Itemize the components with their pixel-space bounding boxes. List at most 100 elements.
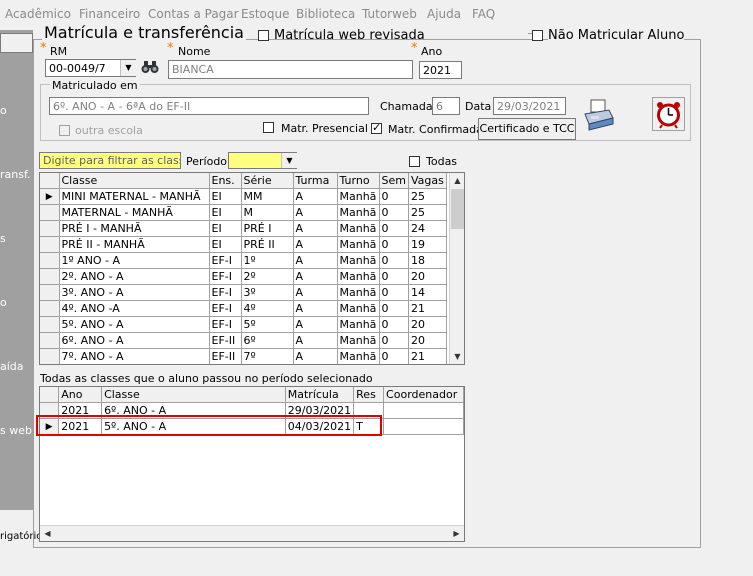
table-cell[interactable]: 21 [408, 300, 447, 317]
table-cell[interactable]: Manhã [337, 252, 380, 269]
table-cell[interactable]: 4º. ANO -A [59, 300, 210, 317]
left-nav-item[interactable]: ransf. [0, 168, 31, 181]
col-header[interactable]: Ano [58, 387, 103, 403]
table-row[interactable]: 3º. ANO - A EF-I 3º A Manhã 0 14 [40, 284, 447, 301]
table-cell[interactable]: 5º [241, 316, 294, 333]
row-indicator[interactable] [40, 332, 60, 349]
table-cell[interactable]: Manhã [337, 204, 380, 221]
table-row[interactable]: MATERNAL - MANHÃ EI M A Manhã 0 25 [40, 204, 447, 221]
table-cell[interactable]: 3º [241, 284, 294, 301]
table-cell[interactable]: A [293, 316, 338, 333]
table-cell[interactable]: 0 [379, 284, 409, 301]
scroll-up-icon[interactable]: ▲ [450, 173, 464, 188]
table-cell[interactable]: 14 [408, 284, 447, 301]
scroll-left-icon[interactable]: ◀ [40, 526, 55, 541]
history-hscrollbar[interactable]: ◀ ▶ [40, 525, 464, 541]
table-cell[interactable]: A [293, 252, 338, 269]
table-cell[interactable]: EI [209, 220, 242, 237]
col-header[interactable]: Série [241, 173, 294, 189]
classes-vscrollbar[interactable]: ▲ ▼ [449, 173, 464, 364]
table-cell[interactable]: A [293, 220, 338, 237]
table-row[interactable]: 6º. ANO - A EF-II 6º A Manhã 0 20 [40, 332, 447, 349]
table-cell[interactable]: EF-I [209, 268, 242, 285]
table-cell[interactable]: PRÉ II [241, 236, 294, 253]
ano-field[interactable]: 2021 [419, 61, 462, 79]
left-nav-item[interactable]: o [0, 104, 7, 117]
table-cell[interactable]: 6º [241, 332, 294, 349]
menu-faq[interactable]: FAQ [472, 7, 495, 21]
table-row[interactable]: 1º ANO - A EF-I 1º A Manhã 0 18 [40, 252, 447, 269]
table-cell[interactable]: Manhã [337, 300, 380, 317]
table-cell[interactable]: EF-I [209, 316, 242, 333]
table-cell[interactable]: 7º [241, 348, 294, 364]
row-indicator[interactable] [40, 300, 60, 317]
table-row[interactable]: 2º. ANO - A EF-I 2º A Manhã 0 20 [40, 268, 447, 285]
scroll-down-icon[interactable]: ▼ [450, 349, 464, 364]
row-indicator[interactable] [40, 236, 60, 253]
row-indicator[interactable] [40, 252, 60, 269]
table-cell[interactable]: 0 [379, 236, 409, 253]
table-cell[interactable]: A [293, 204, 338, 221]
row-indicator[interactable]: ▶ [40, 188, 60, 205]
matricula-web-checkbox[interactable] [258, 30, 269, 41]
col-header[interactable]: Classe [59, 173, 210, 189]
table-cell[interactable]: MINI MATERNAL - MANHÃ [59, 188, 210, 205]
table-cell[interactable]: PRÉ I [241, 220, 294, 237]
table-cell[interactable]: A [293, 348, 338, 364]
table-cell[interactable]: 0 [379, 268, 409, 285]
table-cell[interactable]: EF-I [209, 284, 242, 301]
table-cell[interactable]: 3º. ANO - A [59, 284, 210, 301]
col-header[interactable]: Res [353, 387, 385, 403]
table-cell[interactable]: 19 [408, 236, 447, 253]
table-cell[interactable]: 5º. ANO - A [59, 316, 210, 333]
table-cell[interactable]: EI [209, 236, 242, 253]
row-indicator[interactable] [40, 204, 60, 221]
scroll-thumb[interactable] [451, 189, 464, 229]
menu-ajuda[interactable]: Ajuda [427, 7, 461, 21]
table-cell[interactable]: 0 [379, 220, 409, 237]
menu-financeiro[interactable]: Financeiro [79, 7, 140, 21]
row-indicator[interactable] [40, 268, 60, 285]
table-cell[interactable]: 21 [408, 348, 447, 364]
table-cell[interactable]: 2º. ANO - A [59, 268, 210, 285]
table-cell[interactable]: 7º. ANO - A [59, 348, 210, 364]
menu-tutorweb[interactable]: Tutorweb [362, 7, 417, 21]
table-cell[interactable]: EF-I [209, 300, 242, 317]
left-nav-item[interactable]: s [0, 232, 6, 245]
table-cell[interactable]: MATERNAL - MANHÃ [59, 204, 210, 221]
table-row[interactable]: ▶ MINI MATERNAL - MANHÃ EI MM A Manhã 0 25 [40, 188, 447, 205]
table-cell[interactable]: MM [241, 188, 294, 205]
table-cell[interactable]: PRÉ II - MANHÃ [59, 236, 210, 253]
row-indicator[interactable] [40, 220, 60, 237]
col-header[interactable]: Coordenador [383, 387, 464, 403]
todas-checkbox[interactable] [409, 156, 420, 167]
menu-academico[interactable]: Acadêmico [5, 7, 71, 21]
table-cell[interactable]: Manhã [337, 236, 380, 253]
table-cell[interactable]: 20 [408, 316, 447, 333]
table-cell[interactable]: 0 [379, 332, 409, 349]
col-header[interactable]: Vagas [408, 173, 447, 189]
table-cell[interactable]: Manhã [337, 188, 380, 205]
table-cell[interactable]: EF-II [209, 332, 242, 349]
table-cell[interactable]: EF-I [209, 252, 242, 269]
matriculado-em-field[interactable]: 6º. ANO - A - 6ªA do EF-II [49, 97, 369, 115]
binoculars-search-icon[interactable] [140, 58, 160, 76]
table-cell[interactable]: 24 [408, 220, 447, 237]
table-cell[interactable]: 20 [408, 268, 447, 285]
class-filter-input[interactable]: Digite para filtrar as classes [39, 152, 181, 169]
table-cell[interactable]: 1º ANO - A [59, 252, 210, 269]
periodo-dropdown-icon[interactable]: ▼ [281, 153, 297, 168]
table-cell[interactable]: EI [209, 204, 242, 221]
col-header[interactable]: Classe [101, 387, 286, 403]
table-cell[interactable] [383, 402, 464, 419]
table-cell[interactable]: 25 [408, 204, 447, 221]
scroll-right-icon[interactable]: ▶ [449, 526, 464, 541]
table-cell[interactable]: 0 [379, 300, 409, 317]
table-cell[interactable]: 0 [379, 204, 409, 221]
table-row[interactable]: 7º. ANO - A EF-II 7º A Manhã 0 21 [40, 348, 447, 364]
table-cell[interactable] [383, 418, 464, 435]
col-header[interactable]: Matrícula [285, 387, 355, 403]
col-header[interactable]: Ens. [209, 173, 242, 189]
table-cell[interactable]: Manhã [337, 220, 380, 237]
table-cell[interactable]: 0 [379, 316, 409, 333]
